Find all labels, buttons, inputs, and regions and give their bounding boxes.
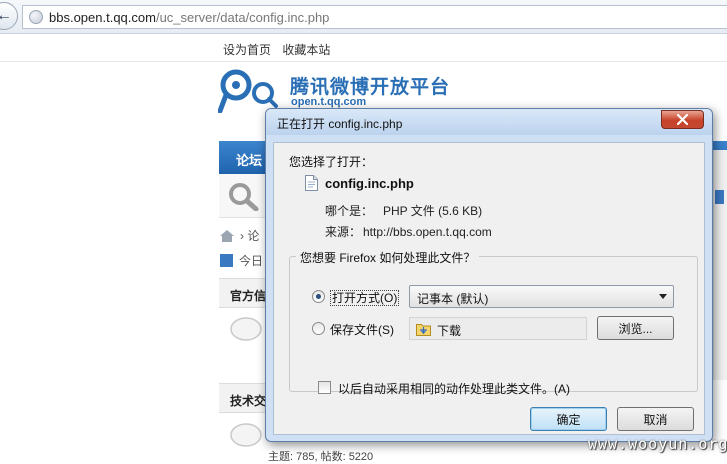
auto-action-label[interactable]: 以后自动采用相同的动作处理此类文件。(A)	[338, 380, 570, 397]
cancel-button[interactable]: 取消	[617, 407, 694, 431]
globe-icon	[29, 10, 43, 24]
browser-address-bar: ← bbs.open.t.qq.com/uc_server/data/confi…	[0, 0, 727, 34]
browse-button[interactable]: 浏览...	[597, 316, 674, 340]
dialog-content: 您选择了打开： config.inc.php 哪个是： PHP 文件 (5.6 K…	[273, 142, 705, 435]
file-type-row: 哪个是： PHP 文件 (5.6 KB)	[325, 202, 482, 219]
url-text: bbs.open.t.qq.com/uc_server/data/config.…	[49, 9, 330, 25]
dialog-prompt: 您选择了打开：	[289, 155, 374, 169]
file-source-label: 来源：	[325, 225, 362, 239]
side-marker	[715, 190, 724, 204]
top-links: 设为首页 收藏本站	[223, 41, 338, 58]
document-icon	[305, 175, 318, 191]
breadcrumb-forum[interactable]: 论	[247, 227, 259, 244]
header-divider	[0, 61, 727, 62]
site-subtitle: open.t.qq.com	[291, 96, 367, 108]
download-folder-field: 下载	[409, 317, 587, 340]
file-source-row: 来源： http://bbs.open.t.qq.com	[325, 223, 492, 240]
open-file-dialog: 正在打开 config.inc.php 您选择了打开： config.inc.p…	[265, 108, 713, 442]
breadcrumb-separator: ›	[240, 228, 248, 243]
bookmark-link[interactable]: 收藏本站	[282, 43, 330, 57]
file-source-value: http://bbs.open.t.qq.com	[363, 225, 492, 239]
file-type-label: 哪个是：	[325, 204, 374, 218]
close-button[interactable]	[661, 110, 704, 129]
download-folder-name: 下载	[437, 324, 462, 338]
save-file-label[interactable]: 保存文件(S)	[330, 321, 394, 338]
open-with-select[interactable]: 记事本 (默认)	[409, 285, 674, 308]
save-file-radio[interactable]	[312, 322, 325, 335]
site-title: 腾讯微博开放平台	[290, 77, 451, 98]
search-icon[interactable]	[226, 181, 260, 211]
forum-stats-text: 主题: 785, 帖数: 5220	[268, 451, 374, 463]
tencent-weibo-logo-icon	[218, 69, 278, 113]
folder-icon	[416, 324, 431, 336]
close-icon	[677, 114, 688, 125]
dialog-titlebar[interactable]: 正在打开 config.inc.php	[266, 109, 712, 135]
home-icon[interactable]	[220, 229, 234, 242]
today-label: 今日	[239, 254, 264, 268]
nav-item-forum[interactable]: 论坛	[236, 150, 262, 169]
open-with-selected-value: 记事本 (默认)	[417, 292, 489, 306]
auto-action-checkbox[interactable]	[318, 381, 331, 394]
dialog-title: 正在打开 config.inc.php	[277, 117, 403, 131]
set-homepage-link[interactable]: 设为首页	[223, 43, 271, 57]
back-button[interactable]: ←	[0, 2, 18, 30]
stats-chart-icon	[220, 254, 233, 267]
action-question: 您想要 Firefox 如何处理此文件？	[296, 249, 480, 266]
open-with-radio[interactable]	[312, 290, 325, 303]
file-type-value: PHP 文件 (5.6 KB)	[383, 204, 483, 218]
today-stats: 今日	[220, 252, 263, 269]
chevron-down-icon	[659, 294, 667, 299]
ok-button[interactable]: 确定	[530, 407, 607, 431]
url-field[interactable]: bbs.open.t.qq.com/uc_server/data/config.…	[22, 5, 727, 29]
back-arrow-icon: ←	[0, 7, 12, 24]
breadcrumb: › 论	[220, 227, 259, 244]
open-with-label[interactable]: 打开方式(O)	[330, 289, 400, 306]
watermark-text: www.wooyun.org	[588, 435, 727, 453]
file-name: config.inc.php	[325, 176, 414, 191]
forum-bubble-icon	[230, 423, 262, 447]
forum-bubble-icon	[230, 317, 262, 341]
page-side-strip	[713, 150, 727, 380]
